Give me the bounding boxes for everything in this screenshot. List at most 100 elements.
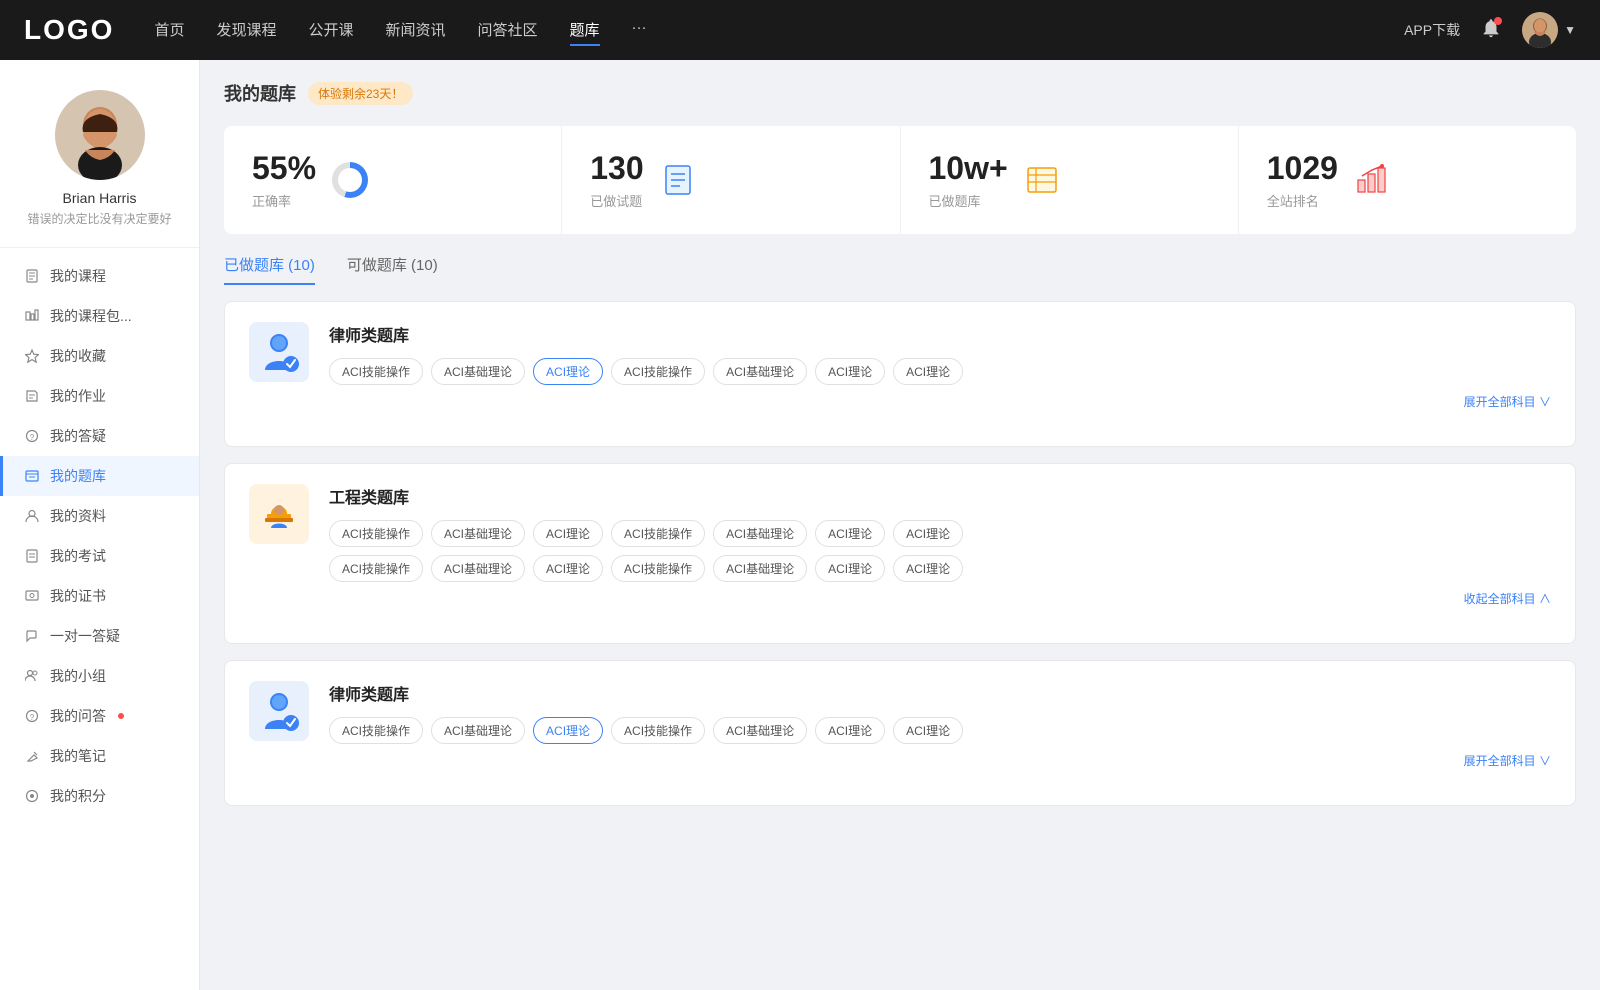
sidebar-item-mypoints[interactable]: 我的积分 [0, 776, 199, 816]
sidebar-item-myexam[interactable]: 我的考试 [0, 536, 199, 576]
bank-card-lawyer-2: 律师类题库 ACI技能操作 ACI基础理论 ACI理论 ACI技能操作 ACI基… [224, 660, 1576, 806]
nav-more[interactable]: ··· [632, 15, 647, 46]
sidebar-item-myqa[interactable]: ? 我的答疑 [0, 416, 199, 456]
tag-lawyer1-5[interactable]: ACI理论 [815, 358, 885, 385]
expand-lawyer1-link[interactable]: 展开全部科目 ∨ [329, 393, 1551, 410]
stat-ranking-content: 1029 全站排名 [1267, 150, 1338, 210]
sidebar-item-mygroup[interactable]: 我的小组 [0, 656, 199, 696]
tag-lawyer1-3[interactable]: ACI技能操作 [611, 358, 705, 385]
tag-lawyer1-6[interactable]: ACI理论 [893, 358, 963, 385]
engineer-icon [249, 484, 309, 544]
profile-motto: 错误的决定比没有决定要好 [27, 210, 171, 227]
notification-button[interactable] [1480, 17, 1502, 44]
header-nav: 首页 发现课程 公开课 新闻资讯 问答社区 题库 ··· [154, 15, 1404, 46]
sidebar-label-myhomework: 我的作业 [50, 386, 106, 406]
sidebar: Brian Harris 错误的决定比没有决定要好 我的课程 我的课程包... [0, 60, 200, 990]
tag-eng2-3[interactable]: ACI技能操作 [611, 555, 705, 582]
expand-lawyer2-link[interactable]: 展开全部科目 ∨ [329, 752, 1551, 769]
lawyer-2-icon [249, 681, 309, 741]
tag-lawyer2-4[interactable]: ACI基础理论 [713, 717, 807, 744]
nav-discover[interactable]: 发现课程 [216, 15, 276, 46]
sidebar-item-mycoursepack[interactable]: 我的课程包... [0, 296, 199, 336]
header-right: APP下载 ▼ [1404, 12, 1576, 48]
myhomework-icon [24, 388, 40, 404]
nav-news[interactable]: 新闻资讯 [386, 15, 446, 46]
tag-lawyer2-6[interactable]: ACI理论 [893, 717, 963, 744]
tag-eng-2[interactable]: ACI理论 [533, 520, 603, 547]
mypoints-icon [24, 788, 40, 804]
nav-opencourse[interactable]: 公开课 [308, 15, 353, 46]
user-avatar-button[interactable]: ▼ [1522, 12, 1576, 48]
stat-done-banks-label: 已做题库 [929, 191, 1008, 210]
tag-eng-5[interactable]: ACI理论 [815, 520, 885, 547]
tag-lawyer2-1[interactable]: ACI基础理论 [431, 717, 525, 744]
sidebar-item-myprofile[interactable]: 我的资料 [0, 496, 199, 536]
tag-eng2-4[interactable]: ACI基础理论 [713, 555, 807, 582]
myqa-icon: ? [24, 428, 40, 444]
sidebar-item-onetoone[interactable]: 一对一答疑 [0, 616, 199, 656]
sidebar-label-myquestionbank: 我的题库 [50, 466, 106, 486]
tab-done[interactable]: 已做题库 (10) [224, 254, 315, 285]
tag-eng2-1[interactable]: ACI基础理论 [431, 555, 525, 582]
sidebar-label-mycourse: 我的课程 [50, 266, 106, 286]
profile-avatar-image [55, 90, 145, 180]
tag-eng-1[interactable]: ACI基础理论 [431, 520, 525, 547]
tag-eng-3[interactable]: ACI技能操作 [611, 520, 705, 547]
sidebar-item-mycourse[interactable]: 我的课程 [0, 256, 199, 296]
stat-ranking-label: 全站排名 [1267, 191, 1338, 210]
ranking-icon [1354, 162, 1390, 198]
myquestionbank-icon [24, 468, 40, 484]
sidebar-label-onetoone: 一对一答疑 [50, 626, 120, 646]
tag-eng2-6[interactable]: ACI理论 [893, 555, 963, 582]
avatar-image [1522, 12, 1558, 48]
bank-card-lawyer-1-tags: ACI技能操作 ACI基础理论 ACI理论 ACI技能操作 ACI基础理论 AC… [329, 358, 1551, 385]
bank-card-lawyer-2-header: 律师类题库 ACI技能操作 ACI基础理论 ACI理论 ACI技能操作 ACI基… [249, 681, 1551, 769]
avatar-chevron-icon: ▼ [1564, 23, 1576, 37]
sidebar-item-myfavorites[interactable]: 我的收藏 [0, 336, 199, 376]
bank-card-lawyer-1-header: 律师类题库 ACI技能操作 ACI基础理论 ACI理论 ACI技能操作 ACI基… [249, 322, 1551, 410]
tag-eng-0[interactable]: ACI技能操作 [329, 520, 423, 547]
page-title: 我的题库 [224, 80, 296, 106]
done-banks-icon [1024, 162, 1060, 198]
stat-done-questions-number: 130 [590, 150, 643, 187]
tab-available[interactable]: 可做题库 (10) [347, 254, 438, 285]
tag-lawyer2-3[interactable]: ACI技能操作 [611, 717, 705, 744]
sidebar-item-myquestionbank[interactable]: 我的题库 [0, 456, 199, 496]
tag-lawyer1-2[interactable]: ACI理论 [533, 358, 603, 385]
sidebar-label-mycertificate: 我的证书 [50, 586, 106, 606]
sidebar-label-myquestions: 我的问答 [50, 706, 106, 726]
page-header: 我的题库 体验剩余23天！ [224, 80, 1576, 106]
onetoone-icon [24, 628, 40, 644]
tag-eng-6[interactable]: ACI理论 [893, 520, 963, 547]
nav-questionbank[interactable]: 题库 [570, 15, 600, 46]
nav-home[interactable]: 首页 [154, 15, 184, 46]
logo: LOGO [24, 14, 114, 46]
tag-lawyer1-4[interactable]: ACI基础理论 [713, 358, 807, 385]
tag-eng2-2[interactable]: ACI理论 [533, 555, 603, 582]
profile-avatar [55, 90, 145, 180]
sidebar-item-myhomework[interactable]: 我的作业 [0, 376, 199, 416]
app-download-button[interactable]: APP下载 [1404, 20, 1460, 40]
stat-done-questions-label: 已做试题 [590, 191, 643, 210]
tag-eng2-0[interactable]: ACI技能操作 [329, 555, 423, 582]
tag-eng2-5[interactable]: ACI理论 [815, 555, 885, 582]
sidebar-item-mycertificate[interactable]: 我的证书 [0, 576, 199, 616]
collapse-engineer-link[interactable]: 收起全部科目 ∧ [329, 590, 1551, 607]
stat-ranking-number: 1029 [1267, 150, 1338, 187]
bank-card-engineer-header: 工程类题库 ACI技能操作 ACI基础理论 ACI理论 ACI技能操作 ACI基… [249, 484, 1551, 607]
sidebar-item-myquestions[interactable]: ? 我的问答 [0, 696, 199, 736]
tag-lawyer2-2[interactable]: ACI理论 [533, 717, 603, 744]
header: LOGO 首页 发现课程 公开课 新闻资讯 问答社区 题库 ··· APP下载 [0, 0, 1600, 60]
svg-text:?: ? [30, 433, 35, 442]
sidebar-label-myexam: 我的考试 [50, 546, 106, 566]
nav-qa[interactable]: 问答社区 [478, 15, 538, 46]
tag-lawyer2-5[interactable]: ACI理论 [815, 717, 885, 744]
stat-accuracy-number: 55% [252, 150, 316, 187]
tag-lawyer1-1[interactable]: ACI基础理论 [431, 358, 525, 385]
sidebar-item-mynotes[interactable]: 我的笔记 [0, 736, 199, 776]
tag-lawyer1-0[interactable]: ACI技能操作 [329, 358, 423, 385]
tag-lawyer2-0[interactable]: ACI技能操作 [329, 717, 423, 744]
bank-card-lawyer-1-title: 律师类题库 [329, 322, 1551, 346]
tag-eng-4[interactable]: ACI基础理论 [713, 520, 807, 547]
svg-text:?: ? [30, 713, 35, 722]
